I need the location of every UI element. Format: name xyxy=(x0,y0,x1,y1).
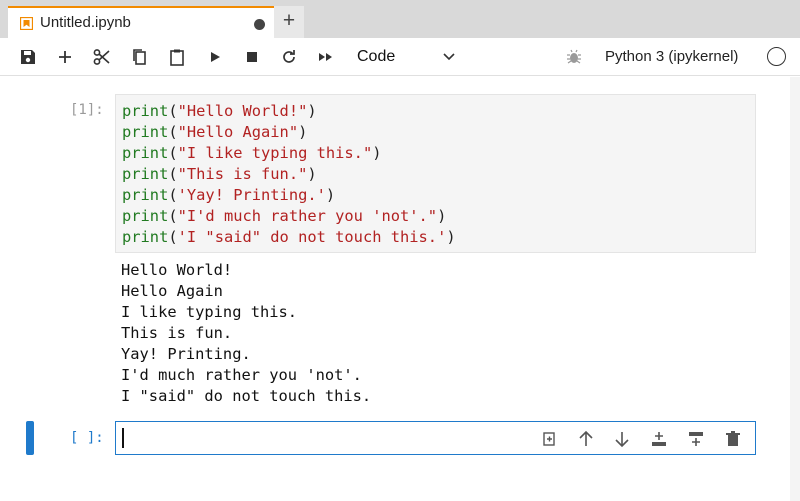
active-cell-indicator xyxy=(26,421,34,455)
add-cell-icon[interactable] xyxy=(55,47,75,67)
duplicate-cell-icon[interactable] xyxy=(541,430,559,448)
text-caret xyxy=(122,428,124,448)
tab-title: Untitled.ipynb xyxy=(40,14,131,31)
kernel-name[interactable]: Python 3 (ipykernel) xyxy=(605,48,738,65)
cut-icon[interactable] xyxy=(92,47,112,67)
move-down-icon[interactable] xyxy=(613,430,631,448)
output-line: This is fun. xyxy=(121,324,233,342)
code-cell-input[interactable]: print("Hello World!") print("Hello Again"… xyxy=(115,94,756,253)
output-line: Hello Again xyxy=(121,282,223,300)
code-line: print('Yay! Printing.') xyxy=(122,186,336,204)
output-line: Hello World! xyxy=(121,261,233,279)
code-line: print("Hello World!") xyxy=(122,102,317,120)
code-string: 'Yay! Printing.' xyxy=(177,186,326,204)
code-line: print("This is fun.") xyxy=(122,165,317,183)
paste-icon[interactable] xyxy=(167,47,187,67)
empty-cell-prompt: [ ]: xyxy=(70,430,104,446)
code-function: print xyxy=(122,123,169,141)
notebook-tab[interactable]: Untitled.ipynb xyxy=(8,6,274,38)
delete-cell-icon[interactable] xyxy=(724,430,742,448)
insert-above-icon[interactable] xyxy=(650,430,668,448)
restart-icon[interactable] xyxy=(279,47,299,67)
new-tab-button[interactable]: + xyxy=(274,6,304,38)
code-line: print("Hello Again") xyxy=(122,123,308,141)
code-function: print xyxy=(122,228,169,246)
code-function: print xyxy=(122,144,169,162)
code-string: 'I "said" do not touch this.' xyxy=(177,228,447,246)
active-cell-input[interactable] xyxy=(115,421,756,455)
chevron-down-icon[interactable] xyxy=(441,48,457,64)
output-line: I "said" do not touch this. xyxy=(121,387,372,405)
run-icon[interactable] xyxy=(205,47,225,67)
notebook-icon xyxy=(20,17,33,30)
copy-icon[interactable] xyxy=(130,47,150,67)
code-string: "Hello World!" xyxy=(177,102,308,120)
cell-type-select[interactable]: Code xyxy=(357,48,395,66)
insert-below-icon[interactable] xyxy=(687,430,705,448)
code-line: print('I "said" do not touch this.') xyxy=(122,228,456,246)
code-function: print xyxy=(122,102,169,120)
code-line: print("I'd much rather you 'not'.") xyxy=(122,207,447,225)
notebook-toolbar: Code Python 3 (ipykernel) xyxy=(0,38,800,76)
code-string: "Hello Again" xyxy=(177,123,299,141)
kernel-status-icon xyxy=(767,47,786,66)
output-line: I like typing this. xyxy=(121,303,298,321)
scrollbar[interactable] xyxy=(790,77,800,501)
save-icon[interactable] xyxy=(18,47,38,67)
code-string: "This is fun." xyxy=(177,165,308,183)
code-string: "I'd much rather you 'not'." xyxy=(177,207,438,225)
code-string: "I like typing this." xyxy=(177,144,373,162)
unsaved-indicator[interactable] xyxy=(254,19,265,30)
run-all-icon[interactable] xyxy=(316,47,336,67)
code-function: print xyxy=(122,207,169,225)
code-function: print xyxy=(122,186,169,204)
tab-bar: Untitled.ipynb + xyxy=(0,0,800,38)
output-line: Yay! Printing. xyxy=(121,345,251,363)
execution-count: [1]: xyxy=(70,102,104,118)
output-line: I'd much rather you 'not'. xyxy=(121,366,362,384)
stop-icon[interactable] xyxy=(242,47,262,67)
code-line: print("I like typing this.") xyxy=(122,144,382,162)
cell-output: Hello World! Hello Again I like typing thi… xyxy=(121,260,371,407)
debugger-icon[interactable] xyxy=(566,49,582,65)
move-up-icon[interactable] xyxy=(577,430,595,448)
code-function: print xyxy=(122,165,169,183)
